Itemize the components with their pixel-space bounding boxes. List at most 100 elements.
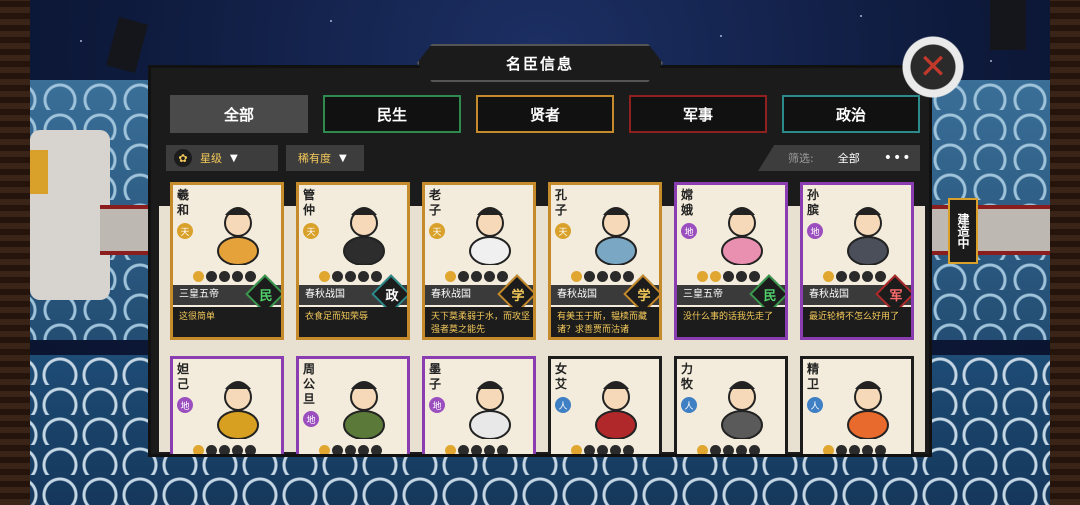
star-icon (836, 445, 847, 454)
minister-card[interactable]: 妲己地 (170, 356, 284, 454)
character-portrait (343, 207, 385, 265)
star-icon (445, 445, 456, 454)
character-portrait (217, 207, 259, 265)
character-portrait (469, 207, 511, 265)
star-icon (371, 445, 382, 454)
bridge-left (100, 205, 150, 255)
minister-card[interactable]: 精卫人 (800, 356, 914, 454)
character-portrait (595, 207, 637, 265)
star-level-sort-button[interactable]: ✿ 星级 ▼ (166, 145, 278, 171)
minister-quote: 天下莫柔弱于水，而攻坚强者莫之能先 (425, 307, 533, 337)
screen-filter-value: 全部 (837, 152, 860, 165)
star-icon (206, 445, 217, 454)
close-icon: ✕ (918, 47, 948, 87)
minister-card[interactable]: 羲和天三皇五帝民这很简单 (170, 182, 284, 340)
chevron-down-icon: ▼ (339, 152, 347, 164)
star-icon (345, 271, 356, 282)
character-portrait (595, 381, 637, 439)
star-rating (193, 271, 256, 282)
minister-card[interactable]: 女艾人 (548, 356, 662, 454)
star-icon (875, 445, 886, 454)
chevron-down-icon: ▼ (230, 152, 238, 164)
star-dot (990, 60, 992, 62)
minister-name: 管仲 (303, 188, 316, 217)
tab-label: 军事 (682, 105, 713, 124)
star-icon (232, 271, 243, 282)
star-icon (193, 445, 204, 454)
minister-name: 孔子 (555, 188, 568, 217)
star-rating (571, 271, 634, 282)
category-tabs: 全部 民生 贤者 军事 政治 (170, 95, 920, 133)
star-icon (232, 445, 243, 454)
star-icon (206, 271, 217, 282)
star-icon (445, 271, 456, 282)
star-icon (345, 445, 356, 454)
dialog-title: 名臣信息 (505, 54, 574, 73)
star-icon (849, 445, 860, 454)
star-rating (697, 445, 760, 454)
minister-card[interactable]: 墨子地 (422, 356, 536, 454)
grade-badge: 地 (303, 411, 319, 427)
star-icon (571, 445, 582, 454)
star-icon (697, 445, 708, 454)
grade-badge: 地 (429, 397, 445, 413)
star-icon (319, 271, 330, 282)
minister-card[interactable]: 孔子天春秋战国学有美玉于斯，韫椟而藏诸？求善贾而沽诸 (548, 182, 662, 340)
minister-card[interactable]: 老子天春秋战国学天下莫柔弱于水，而攻坚强者莫之能先 (422, 182, 536, 340)
grade-badge: 天 (555, 223, 571, 239)
star-rating (445, 271, 508, 282)
card-scroll-area[interactable]: 羲和天三皇五帝民这很简单 管仲天春秋战国政衣食足而知荣辱 老子天春秋战国学天下莫柔弱… (156, 178, 922, 454)
minister-quote: 有美玉于斯，韫椟而藏诸？求善贾而沽诸 (551, 307, 659, 337)
star-level-label: 星级 (200, 152, 222, 165)
category-label: 民 (763, 288, 777, 304)
tab-label: 贤者 (529, 105, 560, 124)
star-icon (623, 271, 634, 282)
minister-card[interactable]: 嫦娥地三皇五帝民没什么事的话我先走了 (674, 182, 788, 340)
star-icon (749, 271, 760, 282)
character-portrait (721, 207, 763, 265)
star-icon (193, 271, 204, 282)
star-rating (319, 445, 382, 454)
star-icon (597, 445, 608, 454)
minister-name: 羲和 (177, 188, 190, 217)
minister-name: 女艾 (555, 362, 568, 391)
minister-card[interactable]: 孙膑地春秋战国军最近轮椅不怎么好用了 (800, 182, 914, 340)
screen-filter-label: 筛选: (788, 152, 814, 165)
star-icon (697, 271, 708, 282)
minister-quote: 这很简单 (173, 307, 281, 337)
star-rating (823, 445, 886, 454)
grade-badge: 天 (303, 223, 319, 239)
star-icon (610, 445, 621, 454)
tab-sages[interactable]: 贤者 (476, 95, 614, 133)
building-side-button[interactable]: 建造中 (948, 198, 978, 264)
star-icon (710, 445, 721, 454)
star-icon (471, 271, 482, 282)
tab-politics[interactable]: 政治 (782, 95, 920, 133)
tab-all[interactable]: 全部 (170, 95, 308, 133)
star-icon (371, 271, 382, 282)
star-icon (823, 445, 834, 454)
tab-livelihood[interactable]: 民生 (323, 95, 461, 133)
star-icon (610, 271, 621, 282)
dialog-title-plaque: 名臣信息 (417, 44, 663, 82)
minister-card[interactable]: 周公旦地 (296, 356, 410, 454)
minister-name: 孙膑 (807, 188, 820, 217)
rarity-label: 稀有度 (298, 152, 331, 165)
star-icon (823, 271, 834, 282)
grade-badge: 人 (681, 397, 697, 413)
minister-name: 嫦娥 (681, 188, 694, 217)
left-side-tab[interactable] (30, 150, 48, 194)
rarity-sort-button[interactable]: 稀有度 ▼ (286, 145, 364, 171)
grade-badge: 天 (429, 223, 445, 239)
minister-card[interactable]: 管仲天春秋战国政衣食足而知荣辱 (296, 182, 410, 340)
close-button[interactable]: ✕ (900, 36, 966, 98)
minister-card[interactable]: 力牧人 (674, 356, 788, 454)
star-icon (836, 271, 847, 282)
star-icon (458, 271, 469, 282)
star-icon (332, 271, 343, 282)
star-rating (193, 445, 256, 454)
tab-military[interactable]: 军事 (629, 95, 767, 133)
star-rating (823, 271, 886, 282)
more-options-icon[interactable]: ••• (884, 150, 912, 166)
screen-filter-dropdown[interactable]: 筛选: 全部 ••• (758, 145, 920, 171)
